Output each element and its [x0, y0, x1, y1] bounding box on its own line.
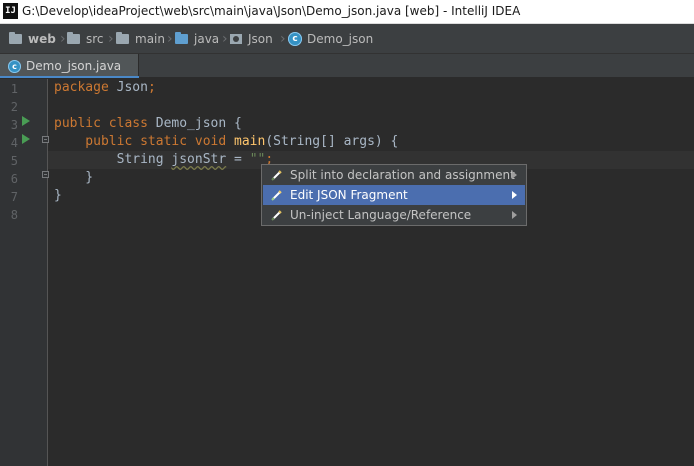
class-icon: c [288, 32, 302, 46]
line-number: 4 [10, 136, 18, 150]
breadcrumb-separator-icon: › [222, 31, 228, 47]
breadcrumb-main[interactable]: main [116, 30, 165, 48]
menu-item-label: Un-inject Language/Reference [290, 208, 472, 222]
breadcrumb-label: java [194, 32, 220, 46]
class-icon: c [8, 59, 21, 73]
submenu-arrow-icon [512, 171, 517, 179]
title-bar: IJ G:\Develop\ideaProject\web\src\main\j… [0, 0, 694, 24]
code-editor[interactable]: 1 2 3 4 5 6 7 8 package Json; public cla… [0, 79, 694, 466]
code-line-5: String jsonStr = ""; [54, 152, 274, 167]
line-number: 3 [10, 118, 18, 132]
line-number: 8 [10, 208, 18, 222]
package-icon [230, 34, 242, 44]
breadcrumb-separator-icon: › [108, 31, 114, 47]
breadcrumb-label: Demo_json [307, 32, 374, 46]
run-class-icon[interactable] [22, 116, 30, 126]
menu-item-uninject-language[interactable]: Un-inject Language/Reference [263, 205, 525, 225]
folder-icon [67, 32, 80, 44]
submenu-arrow-icon [512, 191, 517, 199]
line-number: 1 [10, 82, 18, 96]
editor-tab-bar: c Demo_json.java [0, 54, 694, 78]
menu-item-edit-json-fragment[interactable]: Edit JSON Fragment [263, 185, 525, 205]
code-line-7: } [54, 188, 62, 203]
line-number: 5 [10, 154, 18, 168]
intention-bulb-icon [271, 169, 283, 181]
intention-bulb-icon [271, 209, 283, 221]
menu-item-split-declaration[interactable]: Split into declaration and assignment [263, 165, 525, 185]
code-line-6: } [54, 170, 94, 185]
code-line-3: public class Demo_json { [54, 116, 242, 131]
active-tab-indicator [0, 76, 139, 78]
breadcrumb-label: src [86, 32, 104, 46]
folder-icon [116, 32, 129, 44]
breadcrumb-separator-icon: › [167, 31, 173, 47]
unused-variable-warning[interactable]: jsonStr [171, 152, 226, 167]
window-title: G:\Develop\ideaProject\web\src\main\java… [22, 4, 521, 18]
line-number: 2 [10, 100, 18, 114]
breadcrumb-label: main [135, 32, 165, 46]
tab-label: Demo_json.java [26, 59, 122, 73]
breadcrumb-label: web [28, 32, 56, 46]
breadcrumb-src[interactable]: src [67, 30, 104, 48]
breadcrumb-demo-json[interactable]: c Demo_json [288, 30, 373, 48]
code-line-1: package Json; [54, 80, 156, 95]
navigation-bar: web › src › main › java › Json › c Demo_… [0, 24, 694, 54]
intention-actions-popup: Split into declaration and assignment Ed… [261, 164, 527, 226]
breadcrumb-json[interactable]: Json [230, 30, 273, 48]
breadcrumb-java[interactable]: java [175, 30, 219, 48]
line-number: 7 [10, 190, 18, 204]
menu-item-label: Edit JSON Fragment [290, 188, 408, 202]
fold-collapse-icon[interactable] [42, 136, 49, 143]
menu-item-label: Split into declaration and assignment [290, 168, 515, 182]
source-folder-icon [175, 32, 188, 44]
breadcrumb-web[interactable]: web [9, 30, 56, 48]
run-main-icon[interactable] [22, 134, 30, 144]
intellij-app-icon: IJ [3, 3, 18, 19]
intention-bulb-icon [271, 189, 283, 201]
code-line-4: public static void main(String[] args) { [54, 134, 399, 149]
line-number: 6 [10, 172, 18, 186]
folder-icon [9, 32, 22, 44]
breadcrumb-separator-icon: › [280, 31, 286, 47]
breadcrumb-separator-icon: › [60, 31, 66, 47]
fold-end-icon[interactable] [42, 171, 49, 178]
breadcrumb-label: Json [248, 32, 273, 46]
tab-demo-json-java[interactable]: c Demo_json.java [0, 54, 139, 78]
editor-gutter: 1 2 3 4 5 6 7 8 [0, 79, 49, 466]
submenu-arrow-icon [512, 211, 517, 219]
